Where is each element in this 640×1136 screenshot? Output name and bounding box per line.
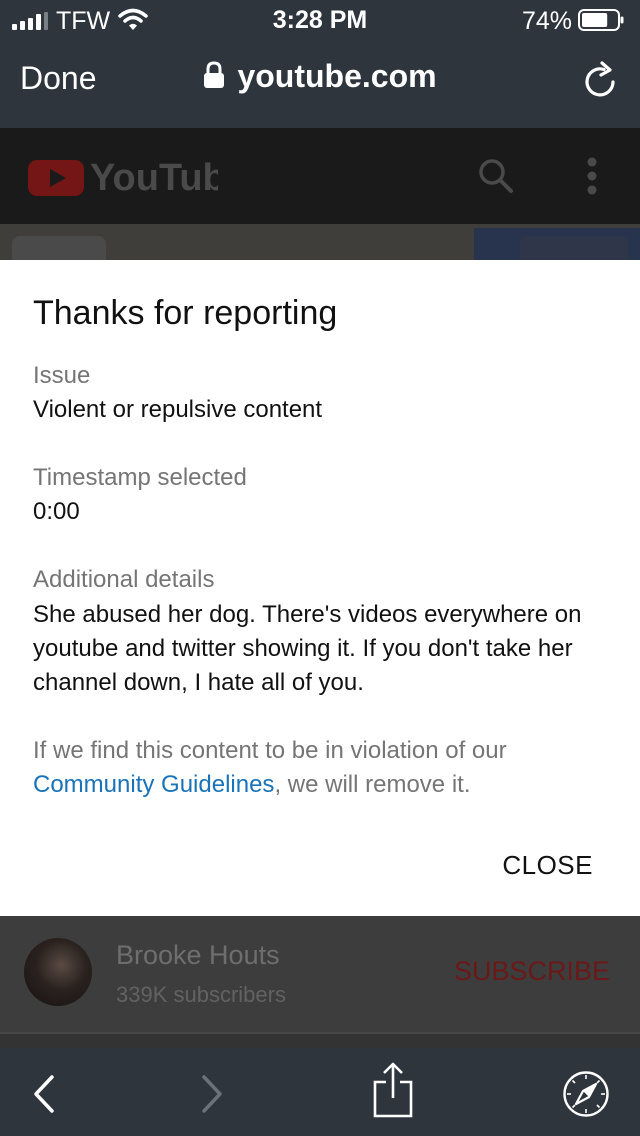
details-value: She abused her dog. There's videos every… — [33, 601, 582, 696]
issue-label: Issue — [33, 362, 91, 389]
battery-percent: 74% — [522, 7, 573, 35]
youtube-logo: YouTube — [28, 157, 218, 198]
status-bar: TFW 3:28 PM 74% — [0, 0, 640, 40]
lock-icon — [204, 61, 225, 88]
address-bar[interactable]: youtube.com — [0, 58, 640, 95]
search-icon[interactable] — [476, 156, 516, 196]
removal-notice: If we find this content to be in violati… — [33, 734, 613, 802]
notice-prefix: If we find this content to be in violati… — [33, 737, 507, 764]
channel-row: Brooke Houts 339K subscribers SUBSCRIBE — [0, 916, 640, 1034]
dialog-title: Thanks for reporting — [33, 294, 338, 332]
browser-toolbar — [0, 1048, 640, 1136]
avatar[interactable] — [24, 938, 92, 1006]
reload-icon[interactable] — [582, 60, 620, 100]
timestamp-label: Timestamp selected — [33, 464, 247, 491]
timestamp-value: 0:00 — [33, 498, 80, 525]
screen: TFW 3:28 PM 74% Done youtube.com YouTub … — [0, 0, 640, 1136]
youtube-header: YouTube — [0, 128, 640, 224]
compass-icon[interactable] — [562, 1070, 610, 1118]
channel-name[interactable]: Brooke Houts — [116, 940, 280, 971]
browser-bar: Done youtube.com — [0, 40, 640, 128]
volume-chip — [520, 236, 628, 260]
url-text: youtube.com — [237, 58, 437, 94]
report-confirmation-dialog: Thanks for reporting Issue Violent or re… — [0, 260, 640, 916]
divider — [0, 1032, 640, 1048]
video-chip — [12, 236, 106, 260]
share-icon[interactable] — [372, 1062, 414, 1118]
details-label: Additional details — [33, 566, 215, 593]
video-player — [0, 224, 640, 260]
community-guidelines-link[interactable]: Community Guidelines — [33, 771, 274, 798]
subscribe-button[interactable]: SUBSCRIBE — [454, 956, 610, 987]
youtube-logo-text: YouTube — [90, 157, 218, 198]
more-vert-icon[interactable] — [584, 156, 600, 196]
notice-suffix: , we will remove it. — [274, 771, 471, 798]
close-button[interactable]: CLOSE — [502, 850, 593, 881]
forward-icon[interactable] — [200, 1074, 224, 1114]
issue-value: Violent or repulsive content — [33, 396, 323, 423]
subscriber-count: 339K subscribers — [116, 982, 286, 1007]
back-icon[interactable] — [32, 1074, 56, 1114]
battery-icon — [578, 9, 624, 31]
